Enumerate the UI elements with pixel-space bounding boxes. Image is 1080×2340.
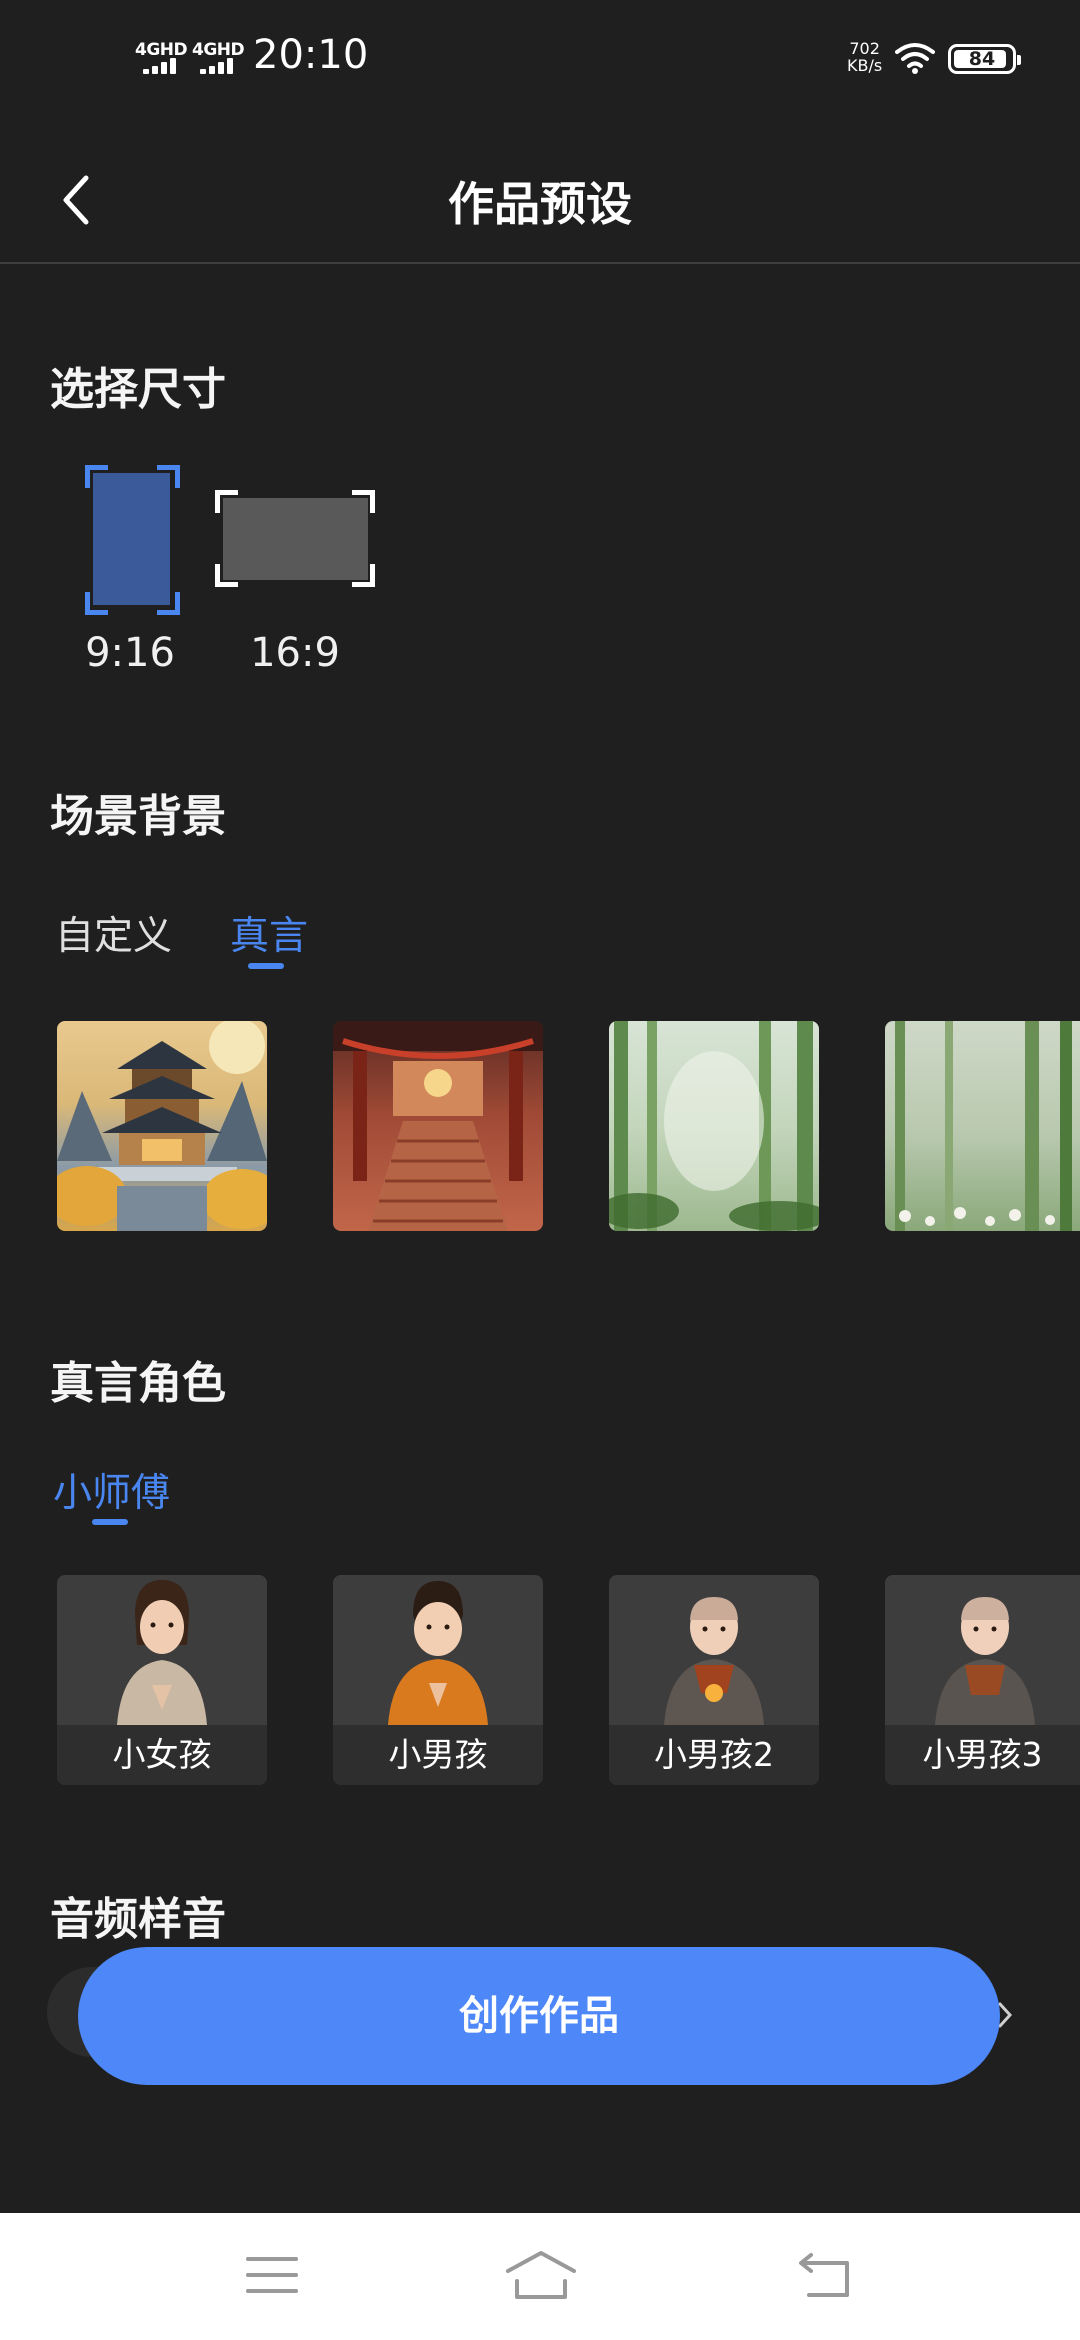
scene-thumb-temple[interactable] [333,1021,543,1231]
little-girl-avatar [117,1580,207,1725]
pagoda-image [57,1021,267,1231]
scene-thumb-bamboo[interactable] [609,1021,819,1231]
little-boy-avatar [388,1581,488,1725]
wifi-icon [895,43,935,74]
speed-value: 702 [849,39,880,58]
home-icon[interactable] [505,2249,577,2301]
little-monk-2-avatar [664,1597,764,1725]
network-type: 4GHD [192,40,245,60]
temple-image [333,1021,543,1231]
character-card-monk-2[interactable]: 小男孩2 [609,1575,819,1785]
character-label: 小女孩 [57,1725,267,1785]
size-label-16-9: 16:9 [250,630,340,676]
back-icon[interactable] [795,2251,853,2299]
scene-thumb-bamboo-flowers[interactable] [885,1021,1080,1231]
tab-custom[interactable]: 自定义 [55,905,172,961]
size-option-9-16[interactable] [85,465,180,615]
system-nav-bar [0,2213,1080,2340]
signal-icon: 4GHD [135,40,188,76]
create-work-button[interactable]: 创作作品 [78,1947,1000,2085]
battery-icon: 84 [948,44,1021,74]
audio-section-title: 音频样音 [50,1894,226,1945]
character-card-monk-3[interactable]: 小男孩3 [885,1575,1080,1785]
character-card-girl[interactable]: 小女孩 [57,1575,267,1785]
size-label-9-16: 9:16 [85,630,175,676]
header-divider [0,262,1080,264]
tab-mantra[interactable]: 真言 [230,905,308,961]
bamboo-image [609,1021,819,1231]
scene-thumb-pagoda[interactable] [57,1021,267,1231]
scene-section-title: 场景背景 [50,791,226,842]
role-section-title: 真言角色 [50,1358,226,1409]
network-speed: 702 KB/s [847,40,882,74]
character-label: 小男孩 [333,1725,543,1785]
menu-icon[interactable] [245,2253,299,2297]
little-monk-3-avatar [935,1597,1035,1725]
size-option-16-9[interactable] [215,490,375,587]
signal-icon: 4GHD [192,40,245,76]
network-type: 4GHD [135,40,188,60]
character-label: 小男孩2 [609,1725,819,1785]
character-card-boy[interactable]: 小男孩 [333,1575,543,1785]
battery-level: 84 [968,48,996,70]
tab-little-master[interactable]: 小师傅 [53,1462,170,1518]
tab-active-indicator [248,963,284,969]
character-label: 小男孩3 [885,1725,1080,1785]
page-title: 作品预设 [448,177,632,231]
role-tab-active-indicator [92,1519,128,1525]
size-section-title: 选择尺寸 [50,364,226,415]
portrait-frame [93,473,170,605]
speed-unit: KB/s [847,56,883,75]
status-bar: 4GHD 4GHD 20:10 702 KB/s 84 [0,0,1080,120]
clock: 20:10 [253,32,369,78]
bamboo-flowers-image [895,1021,1072,1231]
landscape-frame [223,498,368,580]
